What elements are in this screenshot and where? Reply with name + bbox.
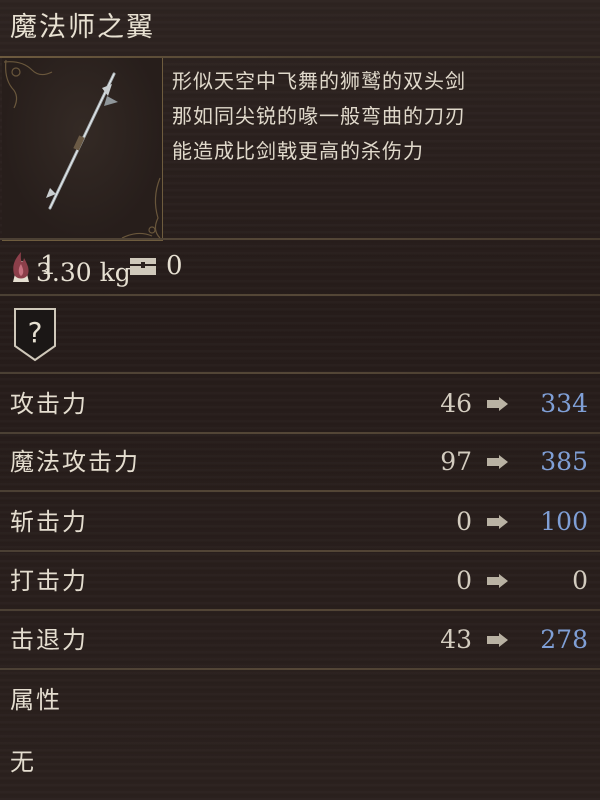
chest-value: 0 [166, 251, 183, 281]
section-divider [0, 294, 600, 296]
description-line: 形似天空中飞舞的狮鹫的双头剑 [172, 69, 466, 93]
item-image-frame: 3.30 kg [2, 58, 163, 287]
attribute-label: 属性 [10, 686, 62, 714]
question-symbol: ? [28, 316, 43, 349]
stat-new-value: 385 [540, 447, 588, 476]
stat-new-value: 100 [540, 507, 588, 536]
item-description: 形似天空中飞舞的狮鹫的双头剑 那如同尖锐的喙一般弯曲的刀刃 能造成比剑戟更高的杀… [172, 64, 592, 169]
item-name: 魔法师之翼 [10, 12, 155, 43]
stat-row: 斩击力 0 100 [0, 494, 600, 550]
stat-label: 打击力 [10, 567, 88, 595]
arrow-right-icon [487, 633, 508, 647]
stat-row: 打击力 0 0 [0, 553, 600, 609]
stat-label: 攻击力 [10, 390, 88, 418]
stat-new-value: 278 [540, 625, 588, 654]
question-mark-shield-icon[interactable]: ? [12, 306, 58, 362]
section-divider [0, 668, 600, 670]
stat-base-value: 0 [456, 507, 472, 536]
section-divider [0, 238, 600, 240]
chest-requirement: 0 [128, 248, 183, 284]
description-line: 那如同尖锐的喙一般弯曲的刀刃 [172, 104, 466, 128]
arrow-right-icon [487, 574, 508, 588]
stat-divider [0, 490, 600, 492]
stat-new-value: 334 [540, 389, 588, 418]
stat-base-value: 46 [440, 389, 472, 418]
strength-requirement: 1 [10, 248, 57, 284]
stat-base-value: 97 [440, 447, 472, 476]
description-line: 能造成比剑戟更高的杀伤力 [172, 139, 424, 163]
stat-divider [0, 550, 600, 552]
strength-flame-icon [13, 252, 29, 279]
sword-icon [46, 72, 118, 210]
section-divider [0, 372, 600, 374]
arrow-right-icon [487, 515, 508, 529]
stat-label: 魔法攻击力 [10, 448, 140, 476]
stat-label: 斩击力 [10, 508, 88, 536]
stat-new-value: 0 [572, 566, 588, 595]
stat-row: 魔法攻击力 97 385 [0, 434, 600, 490]
stat-divider [0, 609, 600, 611]
stat-row: 攻击力 46 334 [0, 376, 600, 432]
stat-label: 击退力 [10, 626, 88, 654]
arrow-right-icon [487, 455, 508, 469]
attribute-value: 无 [10, 748, 34, 776]
arrow-right-icon [487, 397, 508, 411]
stat-base-value: 43 [440, 625, 472, 654]
chest-icon [130, 258, 156, 275]
strength-value: 1 [40, 251, 57, 281]
stat-row: 击退力 43 278 [0, 612, 600, 668]
stat-base-value: 0 [456, 566, 472, 595]
